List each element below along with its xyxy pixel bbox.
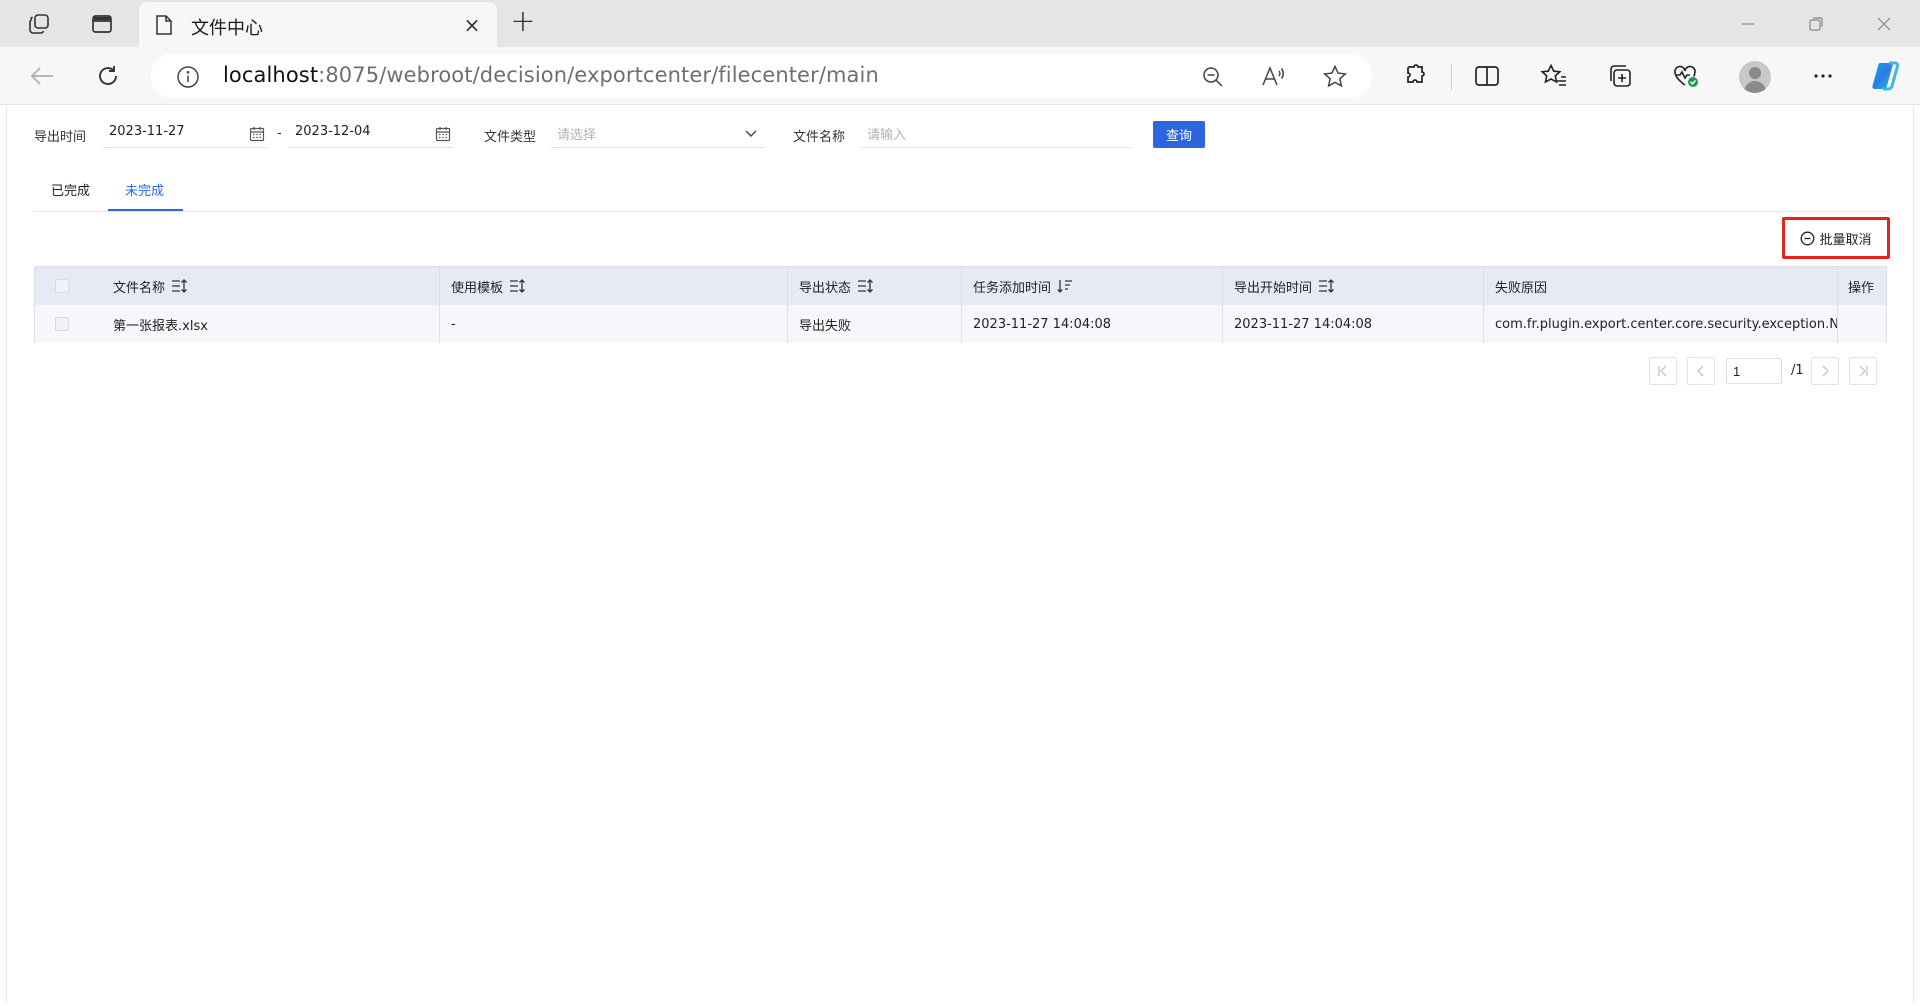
cell-task-added-time: 2023-11-27 14:04:08 — [961, 305, 1222, 343]
next-page-button[interactable] — [1811, 357, 1839, 385]
date-separator: - — [277, 126, 282, 141]
more-options-icon[interactable] — [1807, 60, 1839, 92]
refresh-icon[interactable] — [92, 60, 124, 92]
cell-export-start-time: 2023-11-27 14:04:08 — [1222, 305, 1483, 343]
new-tab-button[interactable]: + — [508, 7, 538, 38]
row-select[interactable] — [35, 305, 102, 343]
row-checkbox[interactable] — [55, 317, 69, 331]
collections-icon[interactable] — [1604, 60, 1636, 92]
first-page-button[interactable] — [1649, 357, 1677, 385]
page-icon — [155, 14, 173, 40]
tab-incomplete[interactable]: 未完成 — [125, 180, 164, 199]
filter-bar: 导出时间 2023-11-27 - 2023-12-04 文件类型 请选择 文件… — [28, 120, 1228, 148]
export-time-label: 导出时间 — [34, 130, 87, 145]
cell-template: - — [439, 305, 787, 343]
copilot-icon[interactable] — [1869, 60, 1901, 92]
vertical-tabs-icon[interactable] — [88, 10, 116, 38]
extensions-icon[interactable] — [1399, 60, 1431, 92]
minimize-icon[interactable] — [1733, 9, 1763, 39]
calendar-icon[interactable] — [435, 126, 451, 146]
back-icon[interactable] — [26, 60, 58, 92]
sort-icon[interactable] — [509, 279, 525, 293]
close-window-icon[interactable] — [1869, 9, 1899, 39]
url-text[interactable]: localhost:8075/webroot/decision/exportce… — [223, 63, 879, 87]
header-actions: 操作 — [1837, 267, 1888, 305]
split-screen-icon[interactable] — [1471, 60, 1503, 92]
file-name-label: 文件名称 — [793, 130, 846, 145]
toolbar-separator — [1451, 64, 1452, 90]
header-failure-reason: 失败原因 — [1483, 267, 1837, 305]
cell-actions — [1837, 305, 1888, 343]
batch-cancel-label: 批量取消 — [1819, 232, 1872, 248]
profile-avatar[interactable] — [1739, 61, 1771, 93]
sort-icon[interactable] — [171, 279, 187, 293]
header-select-all[interactable] — [35, 267, 102, 305]
file-type-label: 文件类型 — [484, 130, 537, 145]
chevron-down-icon — [744, 126, 758, 144]
page-number-input[interactable] — [1726, 358, 1782, 384]
header-export-start-time: 导出开始时间 — [1222, 267, 1483, 305]
search-button[interactable]: 查询 — [1153, 121, 1205, 148]
cell-file-name: 第一张报表.xlsx — [113, 318, 208, 334]
sort-icon[interactable] — [857, 279, 873, 293]
pagination: /1 — [1649, 357, 1889, 387]
site-info-icon[interactable] — [176, 65, 200, 93]
last-page-button[interactable] — [1849, 357, 1877, 385]
active-tab-indicator — [108, 209, 183, 211]
browser-toolbar: localhost:8075/webroot/decision/exportce… — [0, 47, 1920, 105]
favorite-star-icon[interactable] — [1322, 64, 1348, 90]
close-tab-icon[interactable]: × — [459, 12, 485, 38]
file-name-input[interactable]: 请输入 — [861, 120, 1131, 148]
calendar-icon[interactable] — [249, 126, 265, 146]
prev-page-button[interactable] — [1687, 357, 1715, 385]
tab-completed[interactable]: 已完成 — [51, 180, 90, 199]
page-total: /1 — [1791, 363, 1804, 378]
date-to-input[interactable]: 2023-12-04 — [289, 120, 453, 148]
zoom-icon[interactable] — [1200, 64, 1226, 90]
browser-tab-active[interactable]: 文件中心 × — [139, 2, 497, 47]
read-aloud-icon[interactable] — [1261, 64, 1287, 90]
table-row[interactable]: 第一张报表.xlsx - 导出失败 2023-11-27 14:04:08 20… — [35, 305, 1886, 343]
browser-essentials-icon[interactable] — [1670, 60, 1702, 92]
cell-export-status: 导出失败 — [787, 305, 961, 343]
browser-tab-bar: 文件中心 × + — [0, 0, 1920, 47]
address-bar[interactable]: localhost:8075/webroot/decision/exportce… — [150, 54, 1372, 98]
task-table: 文件名称 使用模板 导出状态 任务添加时间 导出开始时间 失败原因 操作 第一张… — [34, 266, 1887, 343]
sort-icon[interactable] — [1318, 279, 1334, 293]
header-export-status: 导出状态 — [787, 267, 961, 305]
batch-cancel-button[interactable]: 批量取消 — [1782, 217, 1890, 259]
sort-desc-icon[interactable] — [1057, 279, 1073, 293]
restore-icon[interactable] — [1801, 9, 1831, 39]
status-tabs: 已完成 未完成 — [34, 166, 1890, 212]
table-header: 文件名称 使用模板 导出状态 任务添加时间 导出开始时间 失败原因 操作 — [35, 267, 1886, 305]
tab-title: 文件中心 — [191, 18, 263, 39]
header-task-added-time: 任务添加时间 — [961, 267, 1222, 305]
file-center-page — [6, 106, 1914, 1002]
date-from-input[interactable]: 2023-11-27 — [103, 120, 267, 148]
select-all-checkbox[interactable] — [55, 279, 69, 293]
minus-circle-icon — [1800, 231, 1815, 246]
favorites-icon[interactable] — [1538, 60, 1570, 92]
header-file-name: 文件名称 — [102, 267, 473, 305]
header-template: 使用模板 — [439, 267, 787, 305]
workspaces-icon[interactable] — [25, 10, 53, 38]
file-type-select[interactable]: 请选择 — [551, 120, 764, 148]
cell-failure-reason: com.fr.plugin.export.center.core.securit… — [1483, 305, 1837, 343]
